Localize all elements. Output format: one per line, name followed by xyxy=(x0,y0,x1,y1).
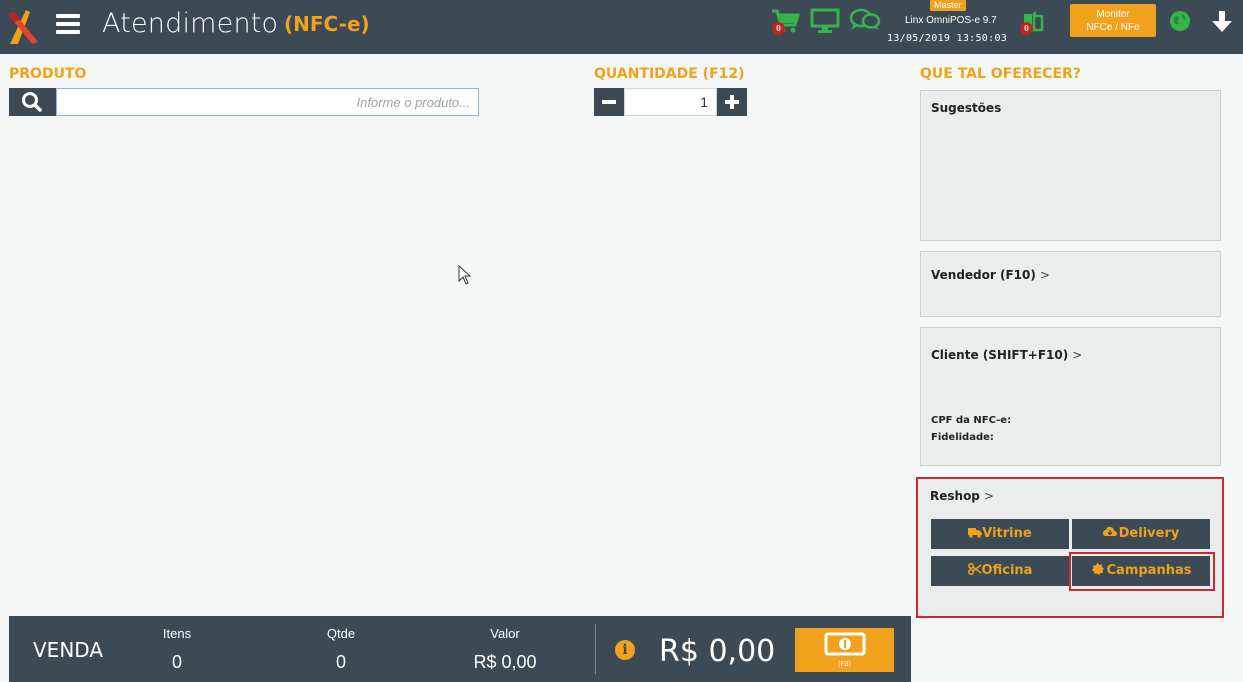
vitrine-button[interactable]: Vitrine xyxy=(931,519,1069,549)
cpf-label: CPF da NFC-e: xyxy=(931,415,1012,426)
chevron-right-icon: > xyxy=(983,489,994,503)
globe-icon[interactable] xyxy=(1168,9,1192,33)
arrow-down-icon[interactable] xyxy=(1208,9,1236,35)
page-subtitle: (NFC-e) xyxy=(284,12,370,36)
sidebar-heading: QUE TAL OFERECER? xyxy=(920,66,1081,82)
quantity-input[interactable]: 1 xyxy=(624,88,717,116)
hamburger-menu-icon[interactable] xyxy=(56,14,80,34)
monitor-button-line1: Monitor xyxy=(1096,9,1130,20)
valor-value: R$ 0,00 xyxy=(473,652,537,672)
master-tag: Master xyxy=(930,0,966,11)
quantity-decrease-button[interactable] xyxy=(594,88,624,116)
cloud-download-icon xyxy=(1102,526,1117,536)
payment-shortcut-hint: (F3) xyxy=(838,661,851,668)
cart-badge: 0 xyxy=(772,22,785,35)
quantity-increase-button[interactable] xyxy=(717,88,747,116)
vendedor-link[interactable]: Vendedor (F10) > xyxy=(931,268,1050,282)
chevron-right-icon: > xyxy=(1072,348,1083,362)
system-name: Linx OmniPOS-e 9.7 xyxy=(905,15,997,26)
fidelidade-label: Fidelidade: xyxy=(931,432,994,443)
cliente-label: Cliente (SHIFT+F10) xyxy=(931,348,1069,362)
truck-icon xyxy=(968,528,983,538)
monitor-nfce-button[interactable]: Monitor NFCe / NFe xyxy=(1070,4,1156,37)
search-button[interactable] xyxy=(9,88,56,116)
quantidade-label: QUANTIDADE (F12) xyxy=(594,66,745,82)
campanhas-highlight xyxy=(1069,552,1215,591)
product-search-input[interactable] xyxy=(56,88,479,116)
top-bar: Atendimento (NFC-e) 0 Master Linx OmniPO… xyxy=(0,0,1243,54)
chevron-right-icon: > xyxy=(1039,268,1050,282)
vendedor-panel[interactable]: Vendedor (F10) > xyxy=(920,251,1221,317)
valor-label: Valor xyxy=(490,626,520,641)
qtde-label: Qtde xyxy=(326,626,356,641)
reshop-label: Reshop xyxy=(930,489,980,503)
itens-value: 0 xyxy=(171,652,182,672)
vitrine-label: Vitrine xyxy=(982,526,1032,541)
venda-label: VENDA xyxy=(33,638,104,662)
monitor-icon[interactable] xyxy=(810,8,840,34)
linx-logo xyxy=(8,10,38,44)
vendedor-label: Vendedor (F10) xyxy=(931,268,1036,282)
divider xyxy=(595,624,596,674)
monitor-button-line2: NFCe / NFe xyxy=(1086,22,1140,33)
sugestoes-title: Sugestões xyxy=(931,101,1002,115)
produto-label: PRODUTO xyxy=(9,66,87,82)
qtde-value: 0 xyxy=(335,652,346,672)
reshop-link[interactable]: Reshop > xyxy=(930,489,994,503)
cliente-link[interactable]: Cliente (SHIFT+F10) > xyxy=(931,348,1082,362)
sale-summary-bar: VENDA Itens 0 Qtde 0 Valor R$ 0,00 i R$ … xyxy=(9,616,911,682)
scissors-icon xyxy=(967,563,981,575)
sale-total: R$ 0,00 xyxy=(659,634,776,669)
cash-icon xyxy=(824,632,866,656)
delivery-button[interactable]: Delivery xyxy=(1072,519,1210,549)
oficina-label: Oficina xyxy=(981,563,1033,578)
oficina-button[interactable]: Oficina xyxy=(931,556,1069,586)
itens-label: Itens xyxy=(162,626,192,641)
system-datetime: 13/05/2019 13:50:03 xyxy=(887,33,1008,44)
page-title: Atendimento xyxy=(102,8,279,39)
payment-button[interactable]: (F3) xyxy=(795,628,894,672)
mouse-cursor-icon xyxy=(458,265,472,285)
info-icon[interactable]: i xyxy=(615,640,635,660)
sugestoes-panel: Sugestões xyxy=(920,90,1221,241)
search-icon xyxy=(22,92,42,112)
cliente-panel[interactable]: Cliente (SHIFT+F10) > CPF da NFC-e: Fidel… xyxy=(920,327,1221,466)
delivery-label: Delivery xyxy=(1118,526,1180,541)
chat-icon[interactable] xyxy=(848,7,882,33)
sync-badge: 0 xyxy=(1020,22,1033,35)
